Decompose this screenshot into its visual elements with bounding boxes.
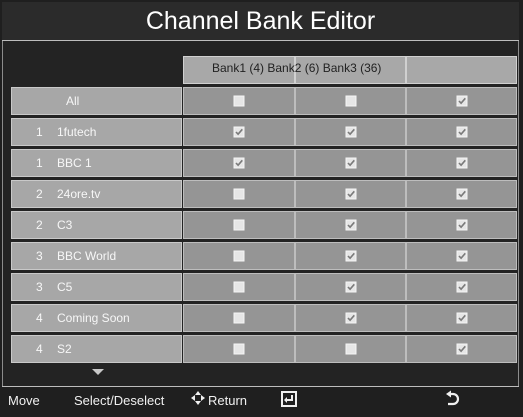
bank2-cell[interactable] (295, 335, 406, 363)
channel-row[interactable]: 3 C5 (11, 273, 182, 301)
channel-number: 1 (36, 125, 43, 139)
checkbox-unchecked[interactable] (345, 343, 356, 355)
checkbox-checked[interactable] (233, 126, 245, 138)
bank1-cell[interactable] (183, 304, 295, 332)
bank1-cell[interactable] (183, 149, 295, 177)
checkbox-unchecked[interactable] (233, 312, 245, 324)
checkbox-checked[interactable] (345, 250, 356, 262)
header-bank3 (406, 56, 517, 84)
bank2-cell[interactable] (295, 273, 406, 301)
enter-icon[interactable] (280, 390, 298, 411)
checkbox-unchecked[interactable] (233, 250, 245, 262)
channel-number: 4 (36, 342, 43, 356)
channel-name: BBC World (57, 249, 117, 263)
footer-move-label: Move (8, 393, 40, 408)
bank2-cell[interactable] (295, 118, 406, 146)
checkbox-unchecked[interactable] (233, 95, 245, 107)
channel-number: 1 (36, 156, 43, 170)
return-icon[interactable] (444, 390, 460, 411)
bank3-cell[interactable] (406, 149, 517, 177)
channel-row[interactable]: 4 Coming Soon (11, 304, 182, 332)
channel-number: 4 (36, 311, 43, 325)
bank3-cell[interactable] (406, 335, 517, 363)
bank2-cell[interactable] (295, 304, 406, 332)
page-title: Channel Bank Editor (2, 2, 519, 41)
channel-row[interactable]: 1 1futech (11, 118, 182, 146)
channel-name: C5 (57, 280, 73, 294)
bank1-cell[interactable] (183, 211, 295, 239)
checkbox-checked[interactable] (456, 188, 467, 200)
checkbox-checked[interactable] (456, 250, 467, 262)
channel-name: 1futech (57, 125, 97, 139)
checkbox-unchecked[interactable] (233, 219, 245, 231)
bank1-cell[interactable] (183, 242, 295, 270)
bank2-cell[interactable] (295, 180, 406, 208)
channel-name: Coming Soon (57, 311, 130, 325)
checkbox-checked[interactable] (456, 126, 467, 138)
checkbox-checked[interactable] (345, 188, 356, 200)
bank2-cell[interactable] (295, 87, 406, 115)
bank2-cell[interactable] (295, 211, 406, 239)
checkbox-unchecked[interactable] (233, 281, 245, 293)
bank-header-labels: Bank1 (4) Bank2 (6) Bank3 (36) (212, 61, 382, 75)
checkbox-checked[interactable] (345, 312, 356, 324)
bank2-cell[interactable] (295, 149, 406, 177)
footer-return-label: Return (208, 393, 248, 408)
checkbox-checked[interactable] (456, 95, 467, 107)
channel-number: 2 (36, 187, 43, 201)
bank3-cell[interactable] (406, 273, 517, 301)
checkbox-checked[interactable] (456, 343, 467, 355)
bank1-cell[interactable] (183, 180, 295, 208)
bank2-cell[interactable] (295, 242, 406, 270)
move-arrows-icon (190, 390, 206, 409)
checkbox-checked[interactable] (456, 281, 467, 293)
checkbox-unchecked[interactable] (345, 95, 356, 107)
bank1-cell[interactable] (183, 273, 295, 301)
bank3-cell[interactable] (406, 87, 517, 115)
bank3-cell[interactable] (406, 304, 517, 332)
channel-name: S2 (57, 342, 72, 356)
checkbox-checked[interactable] (456, 312, 467, 324)
channel-number: 3 (36, 280, 43, 294)
channel-row[interactable]: 3 BBC World (11, 242, 182, 270)
channel-name: All (66, 94, 80, 108)
channel-row[interactable]: 4 S2 (11, 335, 182, 363)
checkbox-checked[interactable] (233, 157, 245, 169)
bank1-cell[interactable] (183, 335, 295, 363)
bank1-cell[interactable] (183, 118, 295, 146)
scroll-down-icon[interactable] (92, 369, 104, 375)
bank1-cell[interactable] (183, 87, 295, 115)
channel-number: 3 (36, 249, 43, 263)
checkbox-checked[interactable] (345, 157, 356, 169)
bank3-cell[interactable] (406, 211, 517, 239)
channel-row[interactable]: 1 BBC 1 (11, 149, 182, 177)
checkbox-checked[interactable] (345, 281, 356, 293)
channel-row[interactable]: 2 24ore.tv (11, 180, 182, 208)
bank3-cell[interactable] (406, 180, 517, 208)
checkbox-checked[interactable] (345, 126, 356, 138)
checkbox-checked[interactable] (456, 157, 467, 169)
bank3-cell[interactable] (406, 242, 517, 270)
footer-bar: Move Select/Deselect Return (2, 386, 519, 414)
channel-name: 24ore.tv (57, 187, 101, 201)
channel-row[interactable]: 2 C3 (11, 211, 182, 239)
bank3-cell[interactable] (406, 118, 517, 146)
channel-name: BBC 1 (57, 156, 92, 170)
channel-name: C3 (57, 218, 73, 232)
channel-number: 2 (36, 218, 43, 232)
checkbox-checked[interactable] (345, 219, 356, 231)
checkbox-checked[interactable] (456, 219, 467, 231)
footer-select-label: Select/Deselect (74, 393, 165, 408)
channel-row-all[interactable]: All (11, 87, 182, 115)
checkbox-unchecked[interactable] (233, 343, 245, 355)
checkbox-unchecked[interactable] (233, 188, 245, 200)
